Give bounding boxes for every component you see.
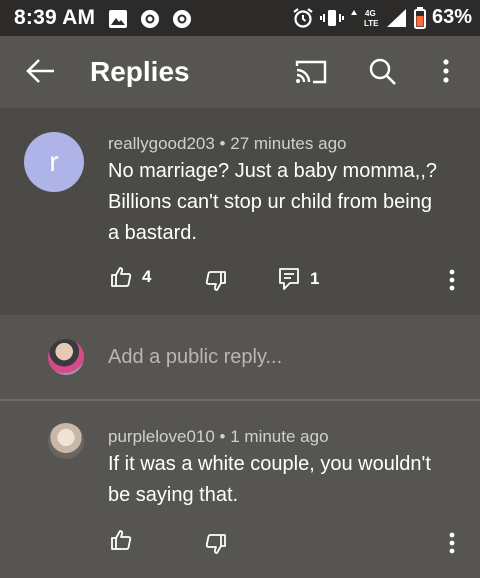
comment-meta: purplelove010 • 1 minute ago (108, 427, 329, 447)
comment-more-icon[interactable] (444, 531, 460, 557)
like-button[interactable]: 4 (110, 266, 151, 288)
comment-text: No marriage? Just a baby momma,,? Billio… (108, 156, 437, 249)
page-title: Replies (90, 56, 190, 87)
reply-input[interactable]: Add a public reply... (108, 346, 282, 369)
avatar[interactable]: r (24, 132, 84, 192)
reply-input-row: Add a public reply... (0, 315, 480, 401)
parent-comment: r reallygood203 • 27 minutes ago No marr… (0, 108, 480, 315)
dislike-button[interactable] (205, 270, 227, 292)
comment-more-icon[interactable] (444, 268, 460, 294)
svg-text:4G: 4G (365, 9, 376, 18)
svg-text:LTE: LTE (364, 19, 379, 28)
meta-separator: • (219, 134, 231, 153)
comment-line: Billions can't stop ur child from being (108, 191, 432, 213)
reply-comment: purplelove010 • 1 minute ago If it was a… (0, 401, 480, 578)
comment-meta: reallygood203 • 27 minutes ago (108, 134, 346, 154)
network-type-icon: 4G LTE (364, 9, 379, 28)
data-transfer-icon (350, 9, 357, 15)
notification-icons (108, 9, 192, 29)
chrome-notification-icon (141, 10, 159, 28)
comment-author[interactable]: purplelove010 (108, 427, 215, 446)
signal-icon (386, 8, 406, 27)
dislike-button[interactable] (205, 533, 227, 555)
comment-line: be saying that. (108, 484, 239, 506)
comment-line: If it was a white couple, you wouldn't (108, 453, 431, 475)
thumbs-up-icon (111, 530, 132, 550)
thumbs-down-icon (205, 271, 226, 291)
comment-line: No marriage? Just a baby momma,,? (108, 160, 438, 182)
vibrate-icon (319, 9, 344, 26)
reply-comment-icon (279, 268, 299, 290)
meta-separator: • (219, 427, 231, 446)
chrome-notification-icon-2 (173, 10, 191, 28)
comment-line: a bastard. (108, 222, 197, 244)
comment-time: 27 minutes ago (230, 134, 347, 153)
avatar[interactable] (48, 423, 84, 459)
app-bar: Replies (0, 36, 480, 108)
battery-icon (413, 6, 426, 29)
battery-percent: 63% (431, 6, 472, 28)
status-right: 4G LTE 63% (292, 6, 472, 29)
reply-count-button[interactable]: 1 (278, 267, 319, 291)
back-arrow-icon[interactable] (26, 58, 56, 84)
thumbs-up-icon (111, 267, 132, 287)
comment-text: If it was a white couple, you wouldn't b… (108, 449, 431, 511)
status-time: 8:39 AM (14, 6, 96, 29)
like-count: 4 (142, 267, 152, 286)
thumbs-down-icon (205, 534, 226, 554)
cast-icon[interactable] (295, 60, 327, 84)
comment-author[interactable]: reallygood203 (108, 134, 215, 153)
alarm-icon (293, 7, 313, 28)
status-bar: 8:39 AM 4G LTE 63% (0, 0, 480, 36)
reply-count: 1 (310, 269, 320, 288)
more-options-icon[interactable] (438, 58, 454, 86)
user-avatar (48, 339, 84, 375)
image-notification-icon (109, 10, 127, 28)
comment-time: 1 minute ago (230, 427, 329, 446)
like-button[interactable] (110, 529, 132, 551)
search-icon[interactable] (369, 58, 397, 86)
